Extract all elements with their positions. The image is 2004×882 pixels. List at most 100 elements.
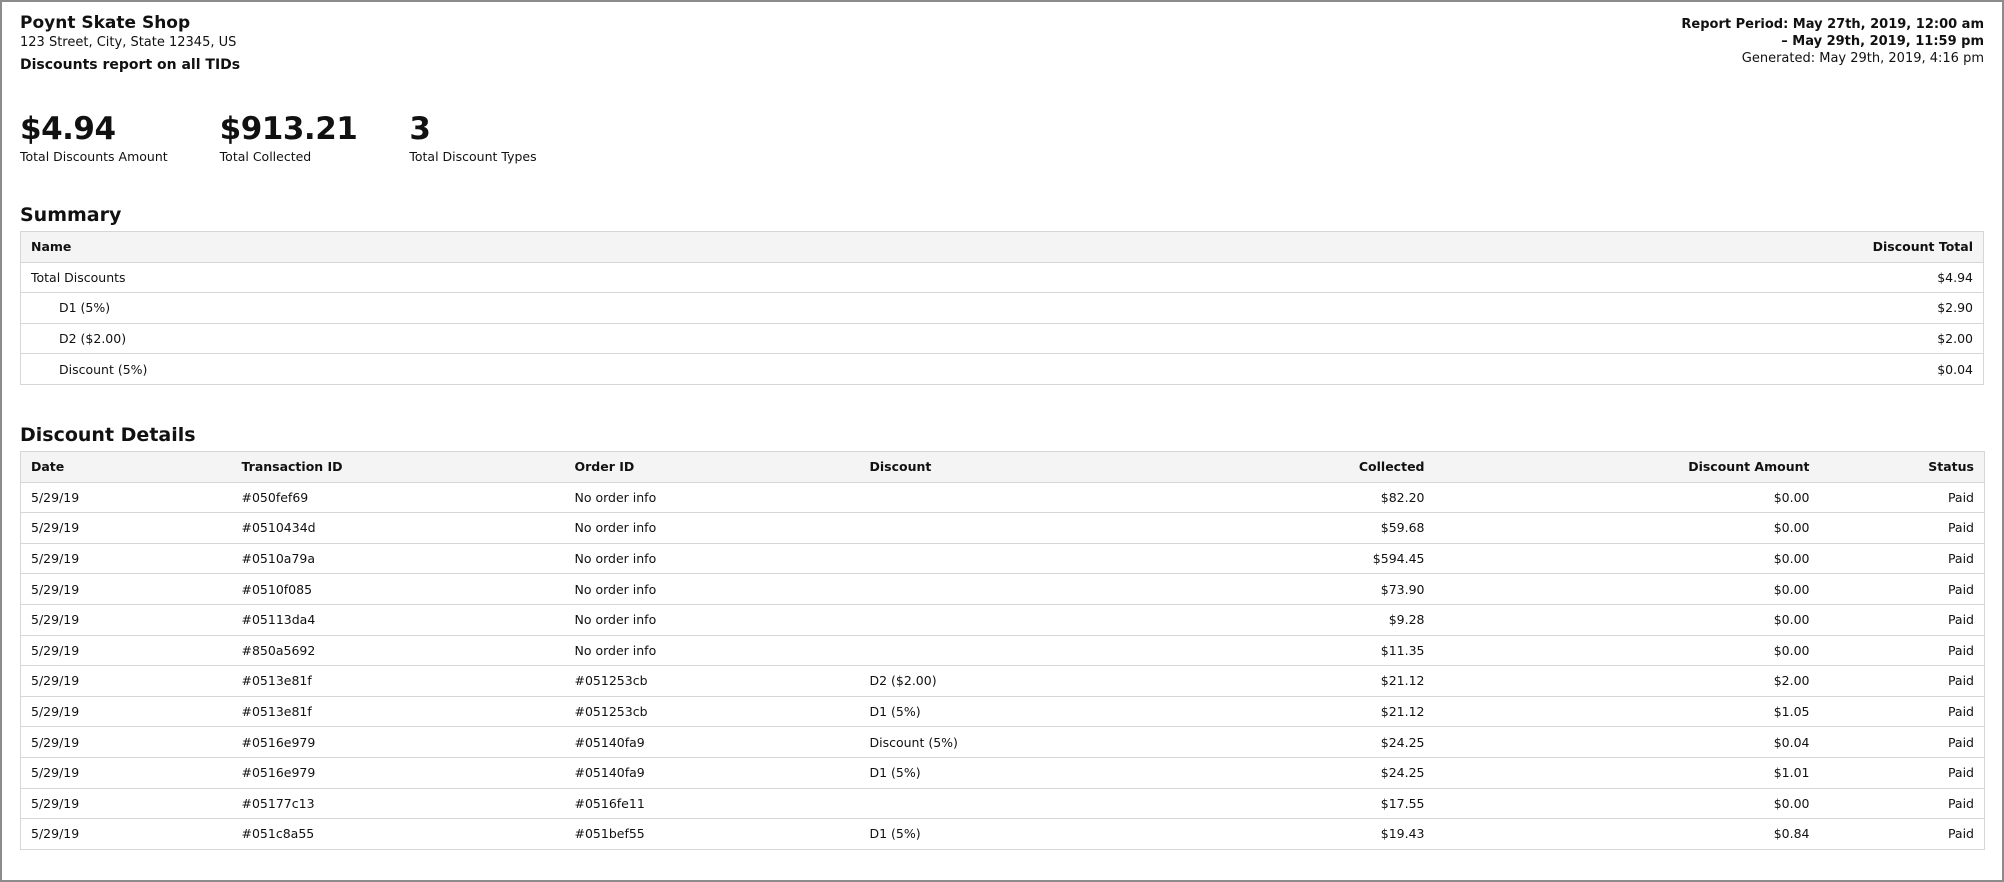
report-header: Poynt Skate Shop 123 Street, City, State… [20,12,1984,82]
cell-status: Paid [1947,612,1974,628]
cell-discount-amount: $0.00 [1773,520,1810,536]
summary-name: D2 ($2.00) [59,331,127,347]
cell-collected: $82.20 [1380,489,1425,505]
table-row: 5/29/19 #850a5692 No order info $11.35 $0.00… [20,635,1985,666]
column-header-discount: Discount [869,459,932,475]
cell-discount: D1 (5%) [869,765,921,781]
cell-order-id: No order info [574,551,657,567]
cell-discount-amount: $0.84 [1773,826,1810,842]
generated-timestamp: Generated: May 29th, 2019, 4:16 pm [1741,51,1984,66]
table-row: Discount (5%) $0.04 [20,354,1984,385]
report-page: Poynt Skate Shop 123 Street, City, State… [0,0,2004,882]
table-row: 5/29/19 #0510434d No order info $59.68 $0.00… [20,513,1985,544]
cell-order-id: #05140fa9 [574,765,645,781]
table-row: 5/29/19 #05177c13 #0516fe11 $17.55 $0.00 Paid [20,788,1985,819]
cell-status: Paid [1947,520,1974,536]
table-row: D1 (5%) $2.90 [20,293,1984,324]
cell-discount [860,482,1090,513]
cell-collected: $24.25 [1380,765,1425,781]
kpi-discount-types: 3 Total Discount Types [409,112,536,168]
cell-collected: $59.68 [1380,520,1425,536]
cell-discount-amount: $1.01 [1773,765,1810,781]
cell-transaction-id: #0510f085 [241,581,313,597]
cell-status: Paid [1947,734,1974,750]
summary-name: D1 (5%) [59,300,111,316]
kpi-value: 3 [409,111,431,147]
summary-title: Summary [20,204,122,226]
cell-transaction-id: #05113da4 [241,612,316,628]
column-header-collected: Collected [1358,459,1425,475]
kpi-total-collected: $913.21 Total Collected [220,112,358,168]
cell-status: Paid [1947,581,1974,597]
cell-date: 5/29/19 [31,612,80,628]
cell-transaction-id: #0510434d [241,520,316,536]
column-header-date: Date [31,459,65,475]
cell-collected: $73.90 [1380,581,1425,597]
cell-date: 5/29/19 [31,734,80,750]
kpi-value: $913.21 [219,111,358,147]
cell-discount [860,513,1090,544]
cell-discount: D2 ($2.00) [869,673,937,689]
cell-order-id: #051bef55 [574,826,645,842]
cell-transaction-id: #0513e81f [241,673,312,689]
cell-transaction-id: #0513e81f [241,704,312,720]
cell-order-id: No order info [574,489,657,505]
details-body: 5/29/19 #050fef69 No order info $82.20 $0.00… [20,482,1985,850]
table-row: 5/29/19 #0513e81f #051253cb D2 ($2.00) $21.1… [20,666,1985,697]
cell-order-id: No order info [574,581,657,597]
cell-transaction-id: #0516e979 [241,765,316,781]
table-row: 5/29/19 #05113da4 No order info $9.28 $0.00 P… [20,604,1985,636]
cell-transaction-id: #05177c13 [241,795,315,811]
report-period: Report Period: May 27th, 2019, 12:00 am … [1681,16,1984,67]
kpi-label: Total Discounts Amount [20,149,168,164]
cell-discount-amount: $0.00 [1773,795,1810,811]
cell-collected: $11.35 [1380,642,1425,658]
cell-order-id: No order info [574,612,657,628]
cell-date: 5/29/19 [31,704,80,720]
cell-date: 5/29/19 [31,551,80,567]
cell-status: Paid [1947,826,1974,842]
cell-transaction-id: #0510a79a [241,551,316,567]
cell-discount-amount: $0.04 [1773,734,1810,750]
cell-transaction-id: #050fef69 [241,489,309,505]
cell-order-id: #0516fe11 [574,795,645,811]
kpi-label: Total Discount Types [409,149,537,164]
cell-status: Paid [1947,765,1974,781]
summary-total: $2.90 [1937,300,1973,316]
cell-transaction-id: #051c8a55 [241,826,315,842]
cell-status: Paid [1947,642,1974,658]
cell-collected: $17.55 [1380,795,1425,811]
details-title: Discount Details [20,423,196,446]
cell-status: Paid [1947,551,1974,567]
cell-collected: $21.12 [1380,673,1425,689]
cell-date: 5/29/19 [31,673,80,689]
column-header-order-id: Order ID [574,459,635,475]
cell-date: 5/29/19 [31,642,80,658]
summary-name: Discount (5%) [59,361,148,377]
cell-discount-amount: $0.00 [1773,551,1810,567]
cell-date: 5/29/19 [31,795,80,811]
cell-date: 5/29/19 [31,826,80,842]
cell-collected: $19.43 [1380,826,1425,842]
cell-discount-amount: $2.00 [1773,673,1810,689]
cell-discount: Discount (5%) [869,734,958,750]
cell-date: 5/29/19 [31,581,80,597]
cell-date: 5/29/19 [31,489,80,505]
details-table: Date Transaction ID Order ID Discount Co… [20,450,1985,850]
cell-discount [860,788,1090,819]
cell-discount-amount: $1.05 [1773,704,1810,720]
cell-discount [860,574,1090,605]
table-row: 5/29/19 #0516e979 #05140fa9 D1 (5%) $24.25 $1… [20,757,1985,788]
cell-status: Paid [1947,489,1974,505]
cell-collected: $21.12 [1380,704,1425,720]
summary-total: $2.00 [1937,331,1973,347]
cell-date: 5/29/19 [31,765,80,781]
summary-total: $4.94 [1937,269,1973,285]
cell-status: Paid [1947,795,1974,811]
kpi-value: $4.94 [20,111,116,147]
summary-name: Total Discounts [31,269,126,285]
cell-date: 5/29/19 [31,520,80,536]
table-row: Total Discounts $4.94 [20,262,1984,293]
cell-collected: $594.45 [1372,551,1425,567]
column-header-discount-total: Discount Total [1872,239,1973,255]
